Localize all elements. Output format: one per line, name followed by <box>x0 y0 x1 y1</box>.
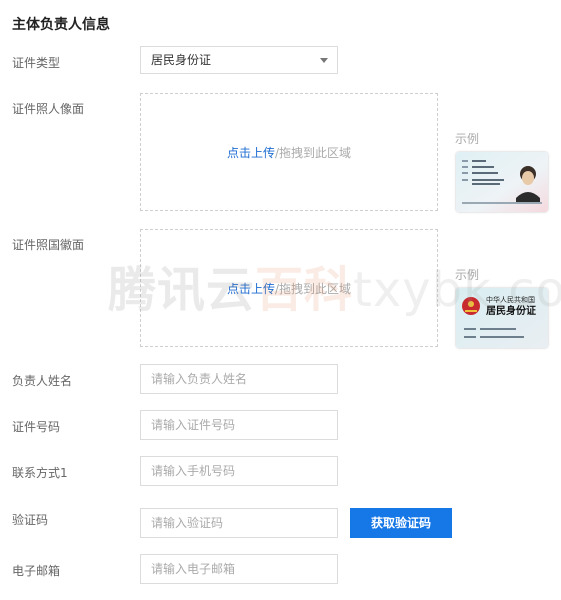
phone-input[interactable]: 请输入手机号码 <box>140 456 338 486</box>
photo-front-label: 证件照人像面 <box>12 102 85 116</box>
get-verify-code-button[interactable]: 获取验证码 <box>350 508 452 538</box>
photo-front-upload-link[interactable]: 点击上传 <box>227 146 275 160</box>
watermark-part1: 腾讯云 <box>108 262 256 318</box>
verify-code-input[interactable]: 请输入验证码 <box>140 508 338 538</box>
id-type-label: 证件类型 <box>12 56 61 70</box>
section-title: 主体负责人信息 <box>12 17 110 33</box>
photo-front-upload-hint: /拖拽到此区域 <box>274 146 352 160</box>
example-front-label: 示例 <box>455 132 480 146</box>
verify-code-label: 验证码 <box>12 513 49 527</box>
email-label: 电子邮箱 <box>12 564 61 578</box>
email-input[interactable]: 请输入电子邮箱 <box>140 554 338 584</box>
name-label: 负责人姓名 <box>12 374 73 388</box>
caret-down-icon <box>320 58 328 63</box>
watermark-part2: 百科 <box>255 262 354 318</box>
photo-front-upload[interactable]: 点击上传/拖拽到此区域 <box>140 93 438 211</box>
name-input[interactable]: 请输入负责人姓名 <box>140 364 338 394</box>
example-id-front-image <box>456 152 548 212</box>
contact-label: 联系方式1 <box>12 466 68 480</box>
id-number-label: 证件号码 <box>12 420 61 434</box>
id-type-select[interactable]: 居民身份证 <box>140 46 338 74</box>
watermark-part3: txybk.com <box>353 262 561 318</box>
watermark: 腾讯云百科txybk.com <box>108 250 561 320</box>
photo-back-label: 证件照国徽面 <box>12 238 85 252</box>
id-number-input[interactable]: 请输入证件号码 <box>140 410 338 440</box>
id-type-value: 居民身份证 <box>151 53 212 67</box>
